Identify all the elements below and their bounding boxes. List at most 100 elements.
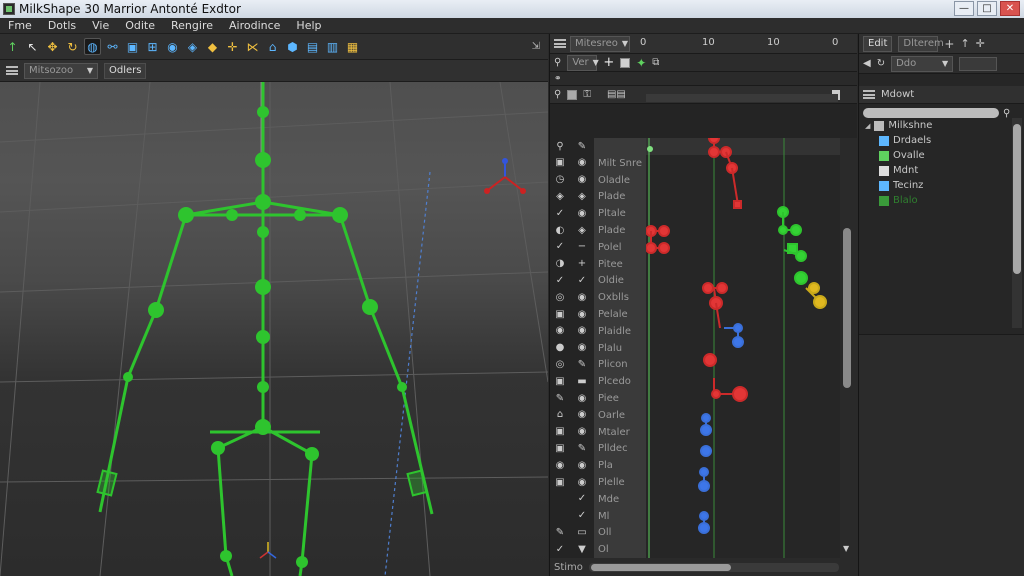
track-row[interactable]: ✓ ◉ Pltale xyxy=(550,205,840,222)
timeline-menu-icon[interactable] xyxy=(554,39,566,48)
track-row[interactable]: ▣ ◉ Milt Snre xyxy=(550,155,840,172)
track-visibility-icon[interactable]: ◐ xyxy=(554,225,566,237)
timeline-dropdown[interactable]: Mitesreo ▼ xyxy=(570,35,630,52)
expand-icon[interactable]: ◢ xyxy=(865,122,870,130)
joint-icon[interactable]: ◍ xyxy=(84,38,101,55)
tree-item[interactable]: Blalo xyxy=(859,193,1024,208)
box-icon[interactable]: ⬢ xyxy=(284,38,301,55)
track-row[interactable]: ◐ ◈ Plade xyxy=(550,222,840,239)
track-visibility-icon[interactable]: ✓ xyxy=(554,208,566,220)
track-row[interactable]: ▣ ◉ Mtaler xyxy=(550,424,840,441)
house-icon[interactable]: ⌂ xyxy=(264,38,281,55)
stop-icon[interactable] xyxy=(620,57,631,68)
list-view-icon[interactable]: ▤▤ xyxy=(607,89,626,100)
track-row[interactable]: ✓ Ml xyxy=(550,508,840,525)
track-visibility-icon[interactable]: ▣ xyxy=(554,443,566,455)
menu-edit[interactable]: Dotls xyxy=(40,19,84,32)
track-visibility-icon[interactable]: ◈ xyxy=(554,191,566,203)
close-button[interactable]: ✕ xyxy=(1000,1,1020,16)
track-visibility-icon[interactable]: ◎ xyxy=(554,292,566,304)
lock-icon[interactable]: ⚿ xyxy=(583,89,591,100)
track-visibility-icon[interactable] xyxy=(554,493,566,505)
checkbox-icon[interactable] xyxy=(567,89,578,100)
track-row[interactable]: ▣ ◉ Pelale xyxy=(550,306,840,323)
move-icon[interactable]: ✥ xyxy=(44,38,61,55)
track-row[interactable]: ◎ ◉ Oxblls xyxy=(550,289,840,306)
track-visibility-icon[interactable]: ✎ xyxy=(554,527,566,539)
track-visibility-icon[interactable] xyxy=(554,510,566,522)
tree-item[interactable]: Ovalle xyxy=(859,148,1024,163)
track-visibility-icon[interactable]: ◑ xyxy=(554,258,566,270)
cube-icon[interactable]: ▣ xyxy=(124,38,141,55)
tree-scroll-thumb[interactable] xyxy=(1013,124,1021,274)
track-row[interactable]: ⚲ ✎ xyxy=(550,138,840,155)
track-row[interactable]: ◈ ◈ Plade xyxy=(550,188,840,205)
section-menu-icon[interactable] xyxy=(863,90,875,99)
track-visibility-icon[interactable]: ▣ xyxy=(554,157,566,169)
track-row[interactable]: ◷ ◉ Oladle xyxy=(550,172,840,189)
key-icon[interactable]: ⚲ xyxy=(554,57,561,68)
menu-help[interactable]: Help xyxy=(288,19,329,32)
link-icon[interactable]: ⚯ xyxy=(104,38,121,55)
minimize-button[interactable]: — xyxy=(954,1,974,16)
track-visibility-icon[interactable]: ⌂ xyxy=(554,409,566,421)
track-row[interactable]: ▣ ✎ Plldec xyxy=(550,440,840,457)
track-row[interactable]: ✎ ▭ Oll xyxy=(550,524,840,541)
search-icon[interactable]: ⚲ xyxy=(1003,108,1010,119)
track-visibility-icon[interactable]: ▣ xyxy=(554,477,566,489)
track-scrollbar[interactable]: ▼ xyxy=(840,138,858,558)
track-row[interactable]: ◎ ✎ Plicon xyxy=(550,356,840,373)
select-arrow-icon[interactable]: ↖ xyxy=(24,38,41,55)
tree-scrollbar[interactable] xyxy=(1012,118,1022,328)
track-row[interactable]: ⌂ ◉ Oarle xyxy=(550,407,840,424)
track-visibility-icon[interactable]: ▣ xyxy=(554,376,566,388)
menu-file[interactable]: Fme xyxy=(0,19,40,32)
track-visibility-icon[interactable]: ▣ xyxy=(554,426,566,438)
hamburger-menu-icon[interactable] xyxy=(6,66,18,75)
track-row[interactable]: ✓ − Polel xyxy=(550,239,840,256)
tab-dlterem[interactable]: Dlterem xyxy=(898,35,944,52)
back-icon[interactable]: ◀ xyxy=(863,58,871,69)
tree-item[interactable]: Tecinz xyxy=(859,178,1024,193)
properties-dropdown[interactable]: Ddo ▼ xyxy=(891,55,954,72)
menu-create[interactable]: Odite xyxy=(117,19,163,32)
track-visibility-icon[interactable]: ✓ xyxy=(554,275,566,287)
weight-icon[interactable]: ⋉ xyxy=(244,38,261,55)
search-input[interactable] xyxy=(863,108,999,118)
filter-icon[interactable]: ⚲ xyxy=(554,89,561,100)
play-marker-icon[interactable]: ✦ xyxy=(636,56,646,70)
tree-item[interactable]: Drdaels xyxy=(859,133,1024,148)
timeline-ruler[interactable]: ⚭ xyxy=(550,72,857,102)
track-visibility-icon[interactable]: ▣ xyxy=(554,309,566,321)
value-field[interactable] xyxy=(959,56,998,71)
rotate-icon[interactable]: ↻ xyxy=(64,38,81,55)
view-mode-dropdown[interactable]: Mitsozoo ▼ xyxy=(24,62,98,79)
move-down-icon[interactable]: ✛ xyxy=(976,37,985,50)
link-icon[interactable]: ⚭ xyxy=(554,74,562,84)
refresh-icon[interactable]: ↻ xyxy=(877,58,885,69)
vertex-icon[interactable]: ◆ xyxy=(204,38,221,55)
sphere-icon[interactable]: ◉ xyxy=(164,38,181,55)
track-row[interactable]: ◉ ◉ Pla xyxy=(550,457,840,474)
maximize-button[interactable]: □ xyxy=(977,1,997,16)
menu-render[interactable]: Rengire xyxy=(163,19,221,32)
menu-animation[interactable]: Airodince xyxy=(221,19,288,32)
track-visibility-icon[interactable]: ◉ xyxy=(554,460,566,472)
page-icon[interactable]: ▥ xyxy=(324,38,341,55)
track-row[interactable]: ◑ + Pitee xyxy=(550,256,840,273)
doc-icon[interactable]: ▦ xyxy=(344,38,361,55)
copy-icon[interactable]: ⧉ xyxy=(652,57,659,68)
bone-icon[interactable]: ✛ xyxy=(224,38,241,55)
track-visibility-icon[interactable]: ◎ xyxy=(554,359,566,371)
tab-edit[interactable]: Edit xyxy=(863,35,893,52)
track-row[interactable]: ✓ ✓ Oldie xyxy=(550,272,840,289)
scroll-thumb[interactable] xyxy=(843,228,851,388)
odlers-button[interactable]: Odlers xyxy=(104,62,147,79)
scroll-down-icon[interactable]: ▼ xyxy=(843,544,849,553)
add-icon[interactable]: + xyxy=(944,37,954,51)
cylinder-icon[interactable]: ⊞ xyxy=(144,38,161,55)
3d-viewport[interactable] xyxy=(0,82,548,576)
move-up-icon[interactable]: ↑ xyxy=(960,37,969,50)
track-row[interactable]: ✎ ◉ Piee xyxy=(550,390,840,407)
track-visibility-icon[interactable]: ● xyxy=(554,342,566,354)
